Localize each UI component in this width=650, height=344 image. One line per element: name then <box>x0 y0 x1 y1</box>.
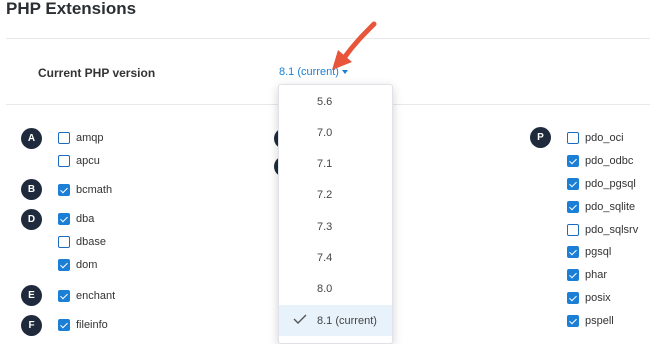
divider <box>6 38 650 39</box>
checkbox[interactable] <box>567 292 579 304</box>
extension-label: apcu <box>76 155 100 167</box>
extension-pspell[interactable]: pspell <box>567 315 614 327</box>
checkbox[interactable] <box>58 236 70 248</box>
letter-b-circle: B <box>21 179 42 200</box>
letter-p-circle: P <box>530 127 551 148</box>
checkbox[interactable] <box>567 201 579 213</box>
extension-label: phar <box>585 269 608 281</box>
letter-e-circle: E <box>21 285 42 306</box>
extension-phar[interactable]: phar <box>567 269 607 281</box>
php-version-dropdown-menu: 5.6 7.0 7.1 7.2 7.3 7.4 8.0 8.1 (current) <box>278 84 393 344</box>
checkbox[interactable] <box>58 155 70 167</box>
version-option-label: 7.3 <box>317 220 333 233</box>
extension-pdo_odbc[interactable]: pdo_odbc <box>567 155 633 167</box>
checkbox[interactable] <box>58 184 70 196</box>
version-option[interactable]: 7.2 <box>279 180 392 211</box>
checkbox[interactable] <box>567 269 579 281</box>
version-option[interactable]: 8.0 <box>279 274 392 305</box>
extension-pdo_pgsql[interactable]: pdo_pgsql <box>567 178 636 190</box>
version-option[interactable]: 7.4 <box>279 243 392 274</box>
extension-pdo_sqlite[interactable]: pdo_sqlite <box>567 201 635 213</box>
version-option[interactable]: 7.0 <box>279 117 392 148</box>
version-option-label: 8.0 <box>317 283 333 296</box>
version-option[interactable]: 8.1 (current) <box>279 305 392 337</box>
extension-label: pgsql <box>585 246 612 258</box>
checkbox[interactable] <box>567 178 579 190</box>
extension-label: pdo_sqlsrv <box>585 224 639 236</box>
extension-dbase[interactable]: dbase <box>58 236 106 248</box>
extension-label: pdo_odbc <box>585 155 634 167</box>
checkbox[interactable] <box>58 132 70 144</box>
extension-label: pdo_sqlite <box>585 201 636 213</box>
checkbox[interactable] <box>567 155 579 167</box>
extension-label: dbase <box>76 236 106 248</box>
extension-dom[interactable]: dom <box>58 259 97 271</box>
extension-label: enchant <box>76 290 116 302</box>
letter-d-circle: D <box>21 209 42 230</box>
version-option-label: 8.1 (current) <box>317 314 377 327</box>
letter-f-circle: F <box>21 315 42 336</box>
checkbox[interactable] <box>567 246 579 258</box>
extension-enchant[interactable]: enchant <box>58 290 115 302</box>
extension-label: pdo_oci <box>585 132 624 144</box>
checkbox[interactable] <box>567 132 579 144</box>
extension-label: posix <box>585 292 611 304</box>
checkmark-icon <box>293 314 307 325</box>
extension-pgsql[interactable]: pgsql <box>567 246 611 258</box>
version-option-label: 7.1 <box>317 158 333 171</box>
version-option-label: 7.2 <box>317 189 333 202</box>
version-option-label: 7.4 <box>317 252 333 264</box>
page-title: PHP Extensions <box>6 0 137 18</box>
extension-label: dba <box>76 213 95 225</box>
version-option[interactable]: 7.1 <box>279 149 392 180</box>
version-option-label: 7.0 <box>317 126 333 139</box>
extension-amqp[interactable]: amqp <box>58 132 104 144</box>
version-option[interactable]: 7.3 <box>279 211 392 242</box>
checkbox[interactable] <box>58 259 70 271</box>
checkbox[interactable] <box>567 315 579 327</box>
extension-apcu[interactable]: apcu <box>58 155 100 167</box>
extension-bcmath[interactable]: bcmath <box>58 184 112 196</box>
letter-a-circle: A <box>21 128 42 149</box>
checkbox[interactable] <box>567 224 579 236</box>
extension-label: pspell <box>585 315 614 327</box>
extension-pdo_sqlsrv[interactable]: pdo_sqlsrv <box>567 224 638 236</box>
extension-label: bcmath <box>76 184 113 196</box>
checkbox[interactable] <box>58 290 70 302</box>
current-php-version-label: Current PHP version <box>38 66 156 80</box>
extension-label: pdo_pgsql <box>585 178 636 190</box>
extension-pdo_oci[interactable]: pdo_oci <box>567 132 624 144</box>
version-option[interactable]: 5.6 <box>279 86 392 117</box>
checkbox[interactable] <box>58 213 70 225</box>
extension-label: amqp <box>76 132 104 144</box>
extension-dba[interactable]: dba <box>58 213 94 225</box>
version-option-label: 5.6 <box>317 95 333 108</box>
annotation-arrow-icon <box>332 21 377 70</box>
extension-label: fileinfo <box>76 319 108 331</box>
extension-fileinfo[interactable]: fileinfo <box>58 319 108 331</box>
extension-posix[interactable]: posix <box>567 292 611 304</box>
checkbox[interactable] <box>58 319 70 331</box>
extension-label: dom <box>76 259 98 271</box>
